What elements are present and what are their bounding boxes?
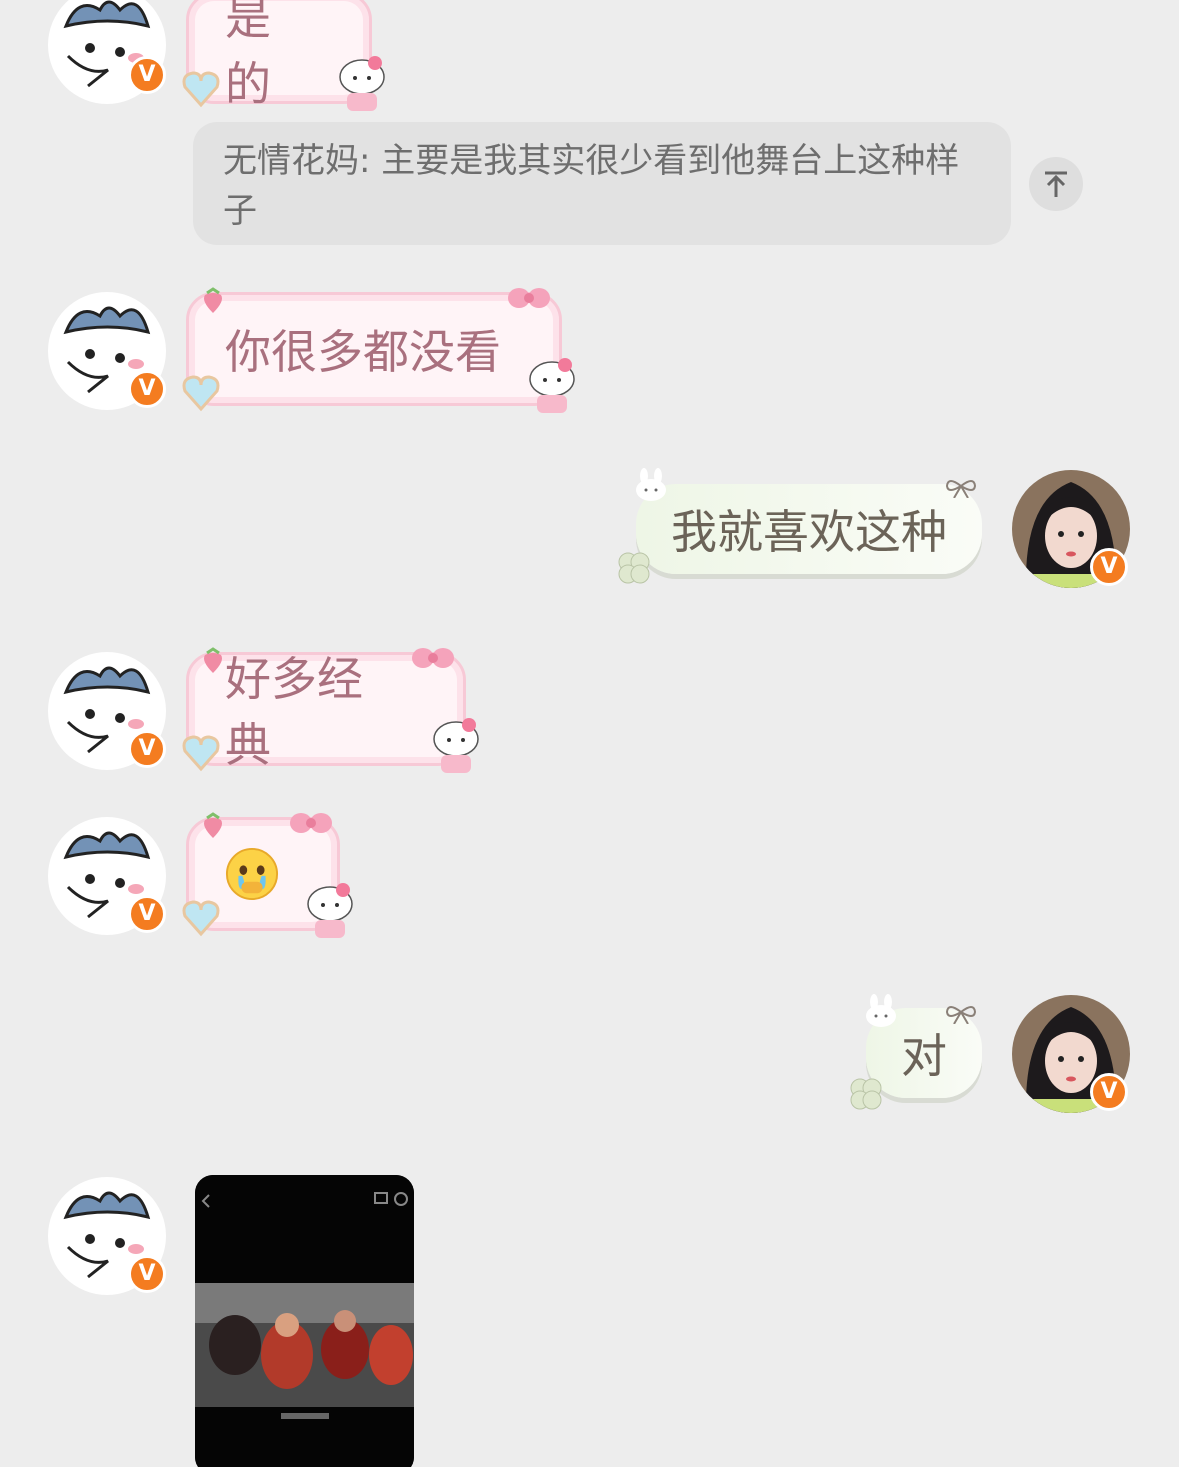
ribbon-icon: [945, 480, 977, 498]
message-bubble[interactable]: 你很多都没看: [182, 287, 575, 413]
strawberry-icon: [204, 647, 222, 673]
video-preview-image: [195, 1175, 414, 1467]
verified-badge-icon: V: [128, 1255, 166, 1293]
avatar-cat[interactable]: V: [48, 292, 166, 410]
bunny-icon: [636, 468, 666, 501]
jump-to-quote-button[interactable]: [1029, 157, 1083, 211]
bow-icon: [290, 813, 332, 833]
message-text: 是的: [225, 0, 271, 111]
message-text: 好多经典: [225, 652, 363, 772]
heart-gem-icon: [182, 375, 220, 412]
arrow-up-to-top-icon: [1045, 171, 1067, 197]
avatar-cat[interactable]: V: [48, 1177, 166, 1295]
verified-badge-icon: V: [128, 56, 166, 94]
heart-gem-icon: [182, 71, 220, 108]
avatar-user[interactable]: V: [1012, 470, 1130, 588]
video-message-thumbnail[interactable]: [195, 1175, 414, 1467]
hello-kitty-icon: [433, 718, 479, 773]
message-bubble[interactable]: 是的: [182, 0, 385, 111]
bow-icon: [412, 648, 454, 668]
avatar-cat[interactable]: V: [48, 652, 166, 770]
strawberry-icon: [204, 287, 222, 313]
avatar-cat[interactable]: V: [48, 0, 166, 104]
verified-badge-icon: V: [128, 730, 166, 768]
message-text: 我就喜欢这种: [671, 505, 947, 559]
heart-gem-icon: [182, 900, 220, 937]
hello-kitty-icon: [339, 56, 385, 111]
hello-kitty-icon: [307, 883, 353, 938]
heart-gem-icon: [182, 735, 220, 772]
verified-badge-icon: V: [128, 370, 166, 408]
quoted-reply-text: 无情花妈: 主要是我其实很少看到他舞台上这种样子: [223, 141, 960, 231]
verified-badge-icon: V: [1090, 548, 1128, 586]
bunny-icon: [866, 994, 896, 1027]
clover-icon: [618, 552, 650, 584]
message-bubble[interactable]: 好多经典: [182, 647, 479, 773]
message-text: 对: [901, 1029, 947, 1083]
message-text: 你很多都没看: [225, 325, 501, 379]
avatar-user[interactable]: V: [1012, 995, 1130, 1113]
strawberry-icon: [204, 812, 222, 838]
quoted-reply[interactable]: 无情花妈: 主要是我其实很少看到他舞台上这种样子: [193, 122, 1011, 245]
ribbon-icon: [945, 1006, 977, 1024]
bow-icon: [508, 288, 550, 308]
message-bubble-self[interactable]: 我就喜欢这种: [636, 484, 982, 574]
avatar-cat[interactable]: V: [48, 817, 166, 935]
verified-badge-icon: V: [128, 895, 166, 933]
clover-icon: [850, 1078, 882, 1110]
message-bubble[interactable]: [182, 812, 353, 938]
crying-face-emoji-icon: [225, 847, 279, 901]
hello-kitty-icon: [529, 358, 575, 413]
verified-badge-icon: V: [1090, 1073, 1128, 1111]
